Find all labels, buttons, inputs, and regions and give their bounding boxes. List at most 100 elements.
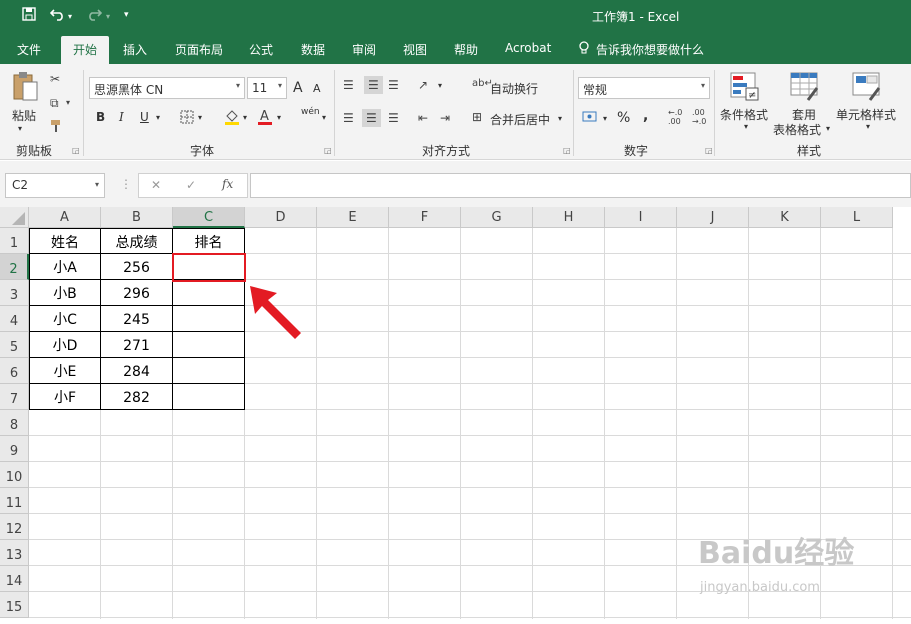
column-header-B[interactable]: B [101, 207, 173, 228]
align-top-icon[interactable]: ☰ [343, 78, 354, 92]
paste-icon[interactable] [11, 70, 39, 105]
row-header-1[interactable]: 1 [0, 228, 29, 254]
cell-B7[interactable]: 282 [101, 384, 173, 410]
paste-button[interactable]: 粘贴 [12, 107, 36, 124]
cell-A7[interactable]: 小F [29, 384, 101, 410]
copy-dropdown-icon[interactable]: ▾ [66, 98, 70, 107]
enter-icon[interactable]: ✓ [186, 178, 196, 192]
tab-formulas[interactable]: 公式 [249, 41, 273, 58]
undo-dropdown-icon[interactable]: ▾ [68, 12, 72, 21]
orientation-icon[interactable]: ↗ [418, 78, 428, 92]
tell-me-search[interactable]: 告诉我你想要做什么 [596, 41, 704, 58]
row-header-12[interactable]: 12 [0, 514, 29, 540]
font-dialog-launcher-icon[interactable]: ◲ [324, 146, 332, 155]
tab-data[interactable]: 数据 [301, 41, 325, 58]
column-header-F[interactable]: F [389, 207, 461, 228]
save-icon[interactable] [22, 7, 36, 25]
format-as-table-dropdown-icon[interactable]: ▾ [826, 124, 830, 133]
cell-A5[interactable]: 小D [29, 332, 101, 358]
italic-button[interactable]: I [119, 110, 124, 124]
underline-dropdown-icon[interactable]: ▾ [156, 113, 160, 122]
clipboard-dialog-launcher-icon[interactable]: ◲ [72, 146, 80, 155]
cell-A3[interactable]: 小B [29, 280, 101, 306]
cell-A2[interactable]: 小A [29, 254, 101, 280]
align-left-icon[interactable]: ☰ [343, 111, 354, 125]
align-right-icon[interactable]: ☰ [388, 111, 399, 125]
name-box[interactable]: C2 ▾ [5, 173, 105, 198]
tab-insert[interactable]: 插入 [123, 41, 147, 58]
number-format-combo[interactable]: 常规 ▾ [578, 77, 710, 99]
column-header-E[interactable]: E [317, 207, 389, 228]
font-name-combo[interactable]: 思源黑体 CN ▾ [89, 77, 245, 99]
customize-quick-access-icon[interactable]: ▾ [124, 10, 129, 20]
font-color-icon[interactable]: A [257, 108, 273, 129]
font-color-dropdown-icon[interactable]: ▾ [277, 113, 281, 122]
cell-B3[interactable]: 296 [101, 280, 173, 306]
comma-button[interactable]: , [643, 108, 648, 124]
align-middle-icon[interactable]: ☰ [364, 76, 383, 94]
orientation-dropdown-icon[interactable]: ▾ [438, 81, 442, 90]
tab-view[interactable]: 视图 [403, 41, 427, 58]
column-header-H[interactable]: H [533, 207, 605, 228]
cell-styles-dropdown-icon[interactable]: ▾ [866, 122, 870, 131]
column-header-L[interactable]: L [821, 207, 893, 228]
decrease-indent-icon[interactable]: ⇤ [418, 111, 428, 125]
wrap-text-button[interactable]: 自动换行 [490, 80, 538, 97]
paste-dropdown-icon[interactable]: ▾ [18, 124, 22, 133]
cell-C5[interactable] [173, 332, 245, 358]
tab-home[interactable]: 开始 [61, 36, 110, 64]
conditional-dropdown-icon[interactable]: ▾ [744, 122, 748, 131]
currency-dropdown-icon[interactable]: ▾ [603, 114, 607, 123]
redo-dropdown-icon[interactable]: ▾ [106, 12, 110, 21]
row-header-9[interactable]: 9 [0, 436, 29, 462]
shrink-font-button[interactable]: A [313, 82, 321, 95]
row-header-11[interactable]: 11 [0, 488, 29, 514]
alignment-dialog-launcher-icon[interactable]: ◲ [563, 146, 571, 155]
undo-icon[interactable] [49, 7, 66, 25]
merge-dropdown-icon[interactable]: ▾ [558, 114, 562, 123]
column-header-I[interactable]: I [605, 207, 677, 228]
column-header-A[interactable]: A [29, 207, 101, 228]
cell-B6[interactable]: 284 [101, 358, 173, 384]
tab-file[interactable]: 文件 [17, 41, 41, 58]
grow-font-button[interactable]: A [293, 80, 303, 96]
currency-icon[interactable] [582, 110, 598, 127]
column-header-G[interactable]: G [461, 207, 533, 228]
tab-help[interactable]: 帮助 [454, 41, 478, 58]
row-header-8[interactable]: 8 [0, 410, 29, 436]
font-size-combo[interactable]: 11 ▾ [247, 77, 287, 99]
tab-acrobat[interactable]: Acrobat [505, 41, 551, 55]
column-header-D[interactable]: D [245, 207, 317, 228]
cancel-icon[interactable]: ✕ [151, 178, 161, 192]
cell-C4[interactable] [173, 306, 245, 332]
row-header-13[interactable]: 13 [0, 540, 29, 566]
format-painter-icon[interactable] [50, 119, 64, 136]
underline-button[interactable]: U [140, 110, 149, 124]
row-header-14[interactable]: 14 [0, 566, 29, 592]
cell-C6[interactable] [173, 358, 245, 384]
row-header-3[interactable]: 3 [0, 280, 29, 306]
tab-page-layout[interactable]: 页面布局 [175, 41, 223, 58]
cell-C3[interactable] [173, 280, 245, 306]
row-header-15[interactable]: 15 [0, 592, 29, 618]
number-dialog-launcher-icon[interactable]: ◲ [705, 146, 713, 155]
formula-input[interactable] [250, 173, 911, 198]
conditional-formatting-button[interactable]: 条件格式 [720, 106, 768, 123]
phonetic-guide-button[interactable]: wén [301, 107, 320, 117]
column-header-K[interactable]: K [749, 207, 821, 228]
cell-C1[interactable]: 排名 [173, 228, 245, 254]
row-header-4[interactable]: 4 [0, 306, 29, 332]
merge-center-button[interactable]: 合并后居中 [490, 111, 550, 128]
more-options-icon[interactable]: ⋮ [120, 177, 132, 191]
copy-icon[interactable]: ⧉ [50, 96, 59, 111]
align-center-icon[interactable]: ☰ [362, 109, 381, 127]
insert-function-icon[interactable]: fx [222, 177, 233, 191]
cell-B2[interactable]: 256 [101, 254, 173, 280]
borders-icon[interactable] [180, 110, 194, 127]
column-header-J[interactable]: J [677, 207, 749, 228]
borders-dropdown-icon[interactable]: ▾ [198, 113, 202, 122]
row-header-7[interactable]: 7 [0, 384, 29, 410]
redo-icon[interactable] [86, 7, 103, 25]
cell-B5[interactable]: 271 [101, 332, 173, 358]
row-header-6[interactable]: 6 [0, 358, 29, 384]
